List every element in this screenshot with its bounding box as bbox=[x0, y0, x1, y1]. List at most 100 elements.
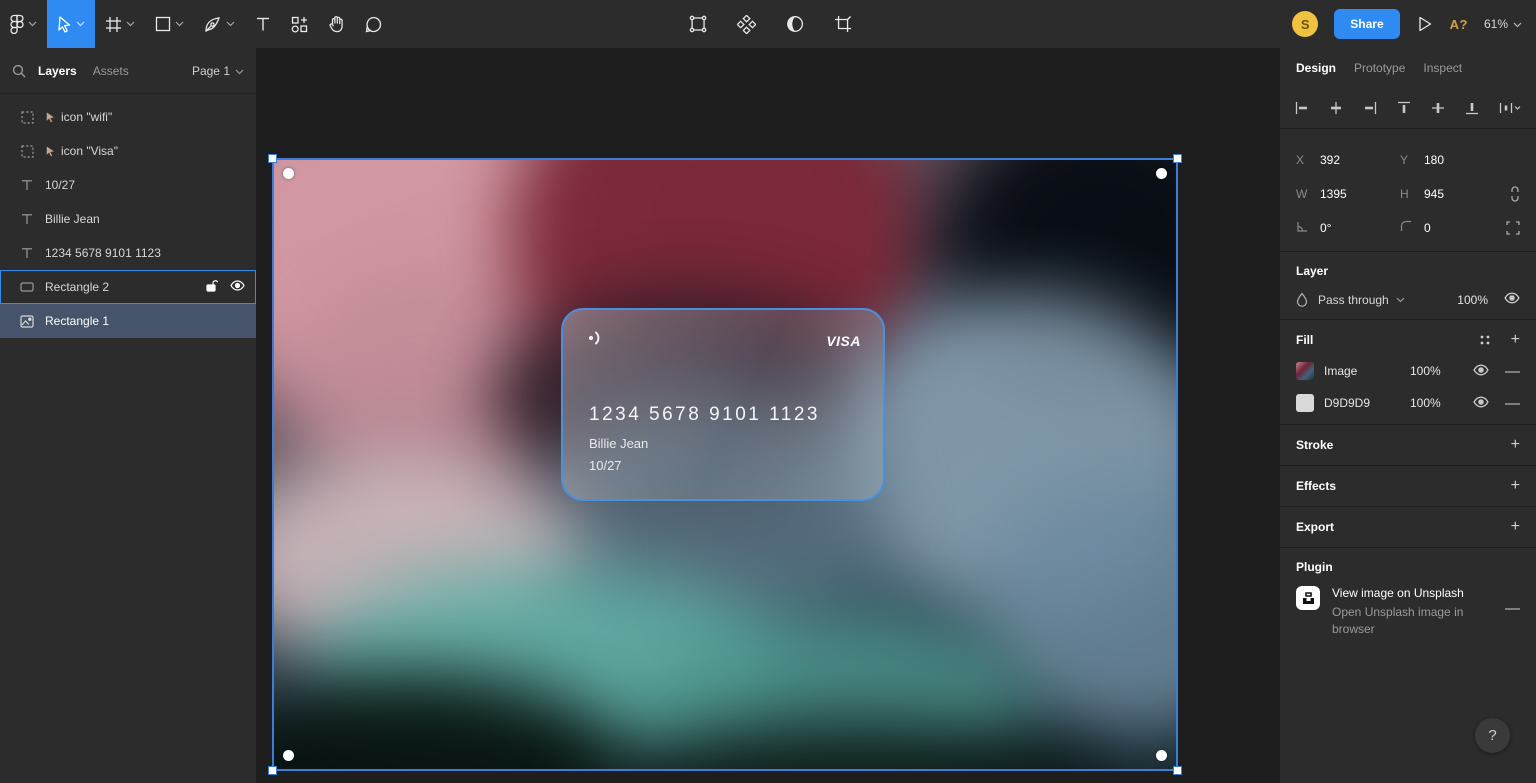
plugin-action-label[interactable]: View image on Unsplash bbox=[1332, 586, 1490, 600]
align-top-icon[interactable] bbox=[1396, 100, 1412, 116]
toolbar-right-group: S Share A? 61% bbox=[1292, 0, 1522, 48]
distribute-icon[interactable] bbox=[1498, 100, 1522, 116]
add-effect-button[interactable]: + bbox=[1511, 478, 1520, 494]
layer-row-icon-visa[interactable]: icon "Visa" bbox=[0, 134, 256, 168]
y-field[interactable]: Y 180 bbox=[1400, 153, 1504, 167]
layer-row-billie-jean[interactable]: Billie Jean bbox=[0, 202, 256, 236]
width-field[interactable]: W 1395 bbox=[1296, 187, 1400, 201]
help-button[interactable]: ? bbox=[1475, 718, 1510, 753]
text-layer-icon bbox=[19, 179, 35, 191]
constrain-proportions-icon[interactable] bbox=[1510, 186, 1520, 202]
card-expiry-text[interactable]: 10/27 bbox=[589, 458, 622, 473]
tab-inspect[interactable]: Inspect bbox=[1423, 61, 1462, 75]
text-tool-button[interactable] bbox=[245, 0, 281, 48]
eye-icon[interactable] bbox=[1473, 396, 1489, 411]
fill-row-image[interactable]: Image 100% — bbox=[1296, 362, 1520, 380]
unsplash-plugin-row[interactable]: View image on Unsplash Open Unsplash ima… bbox=[1296, 586, 1520, 638]
add-stroke-button[interactable]: + bbox=[1511, 437, 1520, 453]
card-holder-text[interactable]: Billie Jean bbox=[589, 436, 648, 451]
blend-mode-value: Pass through bbox=[1318, 293, 1389, 307]
rectangle-layer-icon bbox=[19, 282, 35, 292]
add-fill-button[interactable]: + bbox=[1511, 332, 1520, 348]
eye-icon[interactable] bbox=[230, 280, 245, 294]
edit-object-button[interactable] bbox=[685, 0, 711, 48]
toolbar-center-group bbox=[685, 0, 856, 48]
independent-corners-icon[interactable] bbox=[1506, 221, 1520, 235]
comment-tool-button[interactable] bbox=[355, 0, 392, 48]
fill-section-title: Fill bbox=[1296, 333, 1313, 347]
fill-opacity-value[interactable]: 100% bbox=[1410, 396, 1462, 410]
unlock-icon[interactable] bbox=[205, 279, 218, 295]
card-number-text[interactable]: 1234 5678 9101 1123 bbox=[589, 404, 820, 426]
layer-row-card-number[interactable]: 1234 5678 9101 1123 bbox=[0, 236, 256, 270]
main-menu-button[interactable] bbox=[0, 0, 47, 48]
layers-panel-header: Layers Assets Page 1 bbox=[0, 48, 256, 94]
tab-layers[interactable]: Layers bbox=[38, 64, 77, 78]
align-right-icon[interactable] bbox=[1362, 100, 1378, 116]
effects-section: Effects + bbox=[1280, 465, 1536, 506]
add-export-button[interactable]: + bbox=[1511, 519, 1520, 535]
resources-button[interactable] bbox=[281, 0, 318, 48]
rotation-icon bbox=[1296, 220, 1308, 236]
crop-button[interactable] bbox=[830, 0, 856, 48]
tab-assets[interactable]: Assets bbox=[93, 64, 129, 78]
tab-prototype[interactable]: Prototype bbox=[1354, 61, 1405, 75]
shape-tool-icon bbox=[155, 16, 171, 32]
remove-fill-icon[interactable]: — bbox=[1505, 363, 1520, 380]
blend-mode-select[interactable]: Pass through bbox=[1318, 293, 1405, 307]
pen-tool-button[interactable] bbox=[194, 0, 245, 48]
w-value: 1395 bbox=[1320, 187, 1347, 201]
stroke-section: Stroke + bbox=[1280, 424, 1536, 465]
layer-row-rectangle-1[interactable]: Rectangle 1 bbox=[0, 304, 256, 338]
height-field[interactable]: H 945 bbox=[1400, 187, 1504, 201]
credit-card-rectangle-2[interactable]: VISA 1234 5678 9101 1123 Billie Jean 10/… bbox=[561, 308, 885, 501]
fill-styles-icon[interactable] bbox=[1479, 334, 1491, 346]
layers-panel: Layers Assets Page 1 icon "wifi" bbox=[0, 48, 256, 783]
fill-opacity-value[interactable]: 100% bbox=[1410, 364, 1462, 378]
plugin-section-title: Plugin bbox=[1296, 560, 1333, 574]
inspector-tabs: Design Prototype Inspect bbox=[1280, 48, 1536, 88]
eye-icon[interactable] bbox=[1473, 364, 1489, 379]
frame-layer-icon bbox=[19, 145, 35, 158]
tab-design[interactable]: Design bbox=[1296, 61, 1336, 75]
avatar[interactable]: S bbox=[1292, 11, 1318, 37]
canvas[interactable]: VISA 1234 5678 9101 1123 Billie Jean 10/… bbox=[256, 48, 1280, 783]
corner-radius-field[interactable]: 0 bbox=[1400, 220, 1504, 236]
zoom-menu[interactable]: 61% bbox=[1484, 17, 1522, 31]
color-fill-swatch[interactable] bbox=[1296, 394, 1314, 412]
mask-button[interactable] bbox=[782, 0, 808, 48]
shape-tool-button[interactable] bbox=[145, 0, 194, 48]
layer-name: Rectangle 2 bbox=[45, 280, 109, 294]
present-button[interactable] bbox=[1416, 0, 1434, 48]
layer-row-icon-wifi[interactable]: icon "wifi" bbox=[0, 100, 256, 134]
remove-fill-icon[interactable]: — bbox=[1505, 395, 1520, 412]
page-selector[interactable]: Page 1 bbox=[192, 64, 244, 78]
layer-row-rectangle-2[interactable]: Rectangle 2 bbox=[0, 270, 256, 304]
hand-tool-icon bbox=[328, 15, 345, 33]
resources-icon bbox=[291, 16, 308, 33]
align-h-center-icon[interactable] bbox=[1328, 100, 1344, 116]
fill-row-color[interactable]: D9D9D9 100% — bbox=[1296, 394, 1520, 412]
layer-opacity-field[interactable]: 100% bbox=[1457, 293, 1488, 307]
layer-name: 1234 5678 9101 1123 bbox=[45, 246, 161, 260]
frame-tool-button[interactable] bbox=[95, 0, 145, 48]
fill-hex-label[interactable]: D9D9D9 bbox=[1324, 396, 1410, 410]
rotation-field[interactable]: 0° bbox=[1296, 220, 1400, 236]
create-component-button[interactable] bbox=[733, 0, 760, 48]
hand-tool-button[interactable] bbox=[318, 0, 355, 48]
missing-font-badge[interactable]: A? bbox=[1450, 17, 1468, 32]
align-left-icon[interactable] bbox=[1294, 100, 1310, 116]
layer-name: icon "wifi" bbox=[61, 110, 112, 124]
layer-row-1027[interactable]: 10/27 bbox=[0, 168, 256, 202]
align-bottom-icon[interactable] bbox=[1464, 100, 1480, 116]
share-button[interactable]: Share bbox=[1334, 9, 1399, 39]
align-v-center-icon[interactable] bbox=[1430, 100, 1446, 116]
remove-plugin-icon[interactable]: — bbox=[1505, 600, 1520, 638]
search-icon[interactable] bbox=[12, 64, 26, 78]
move-tool-button[interactable] bbox=[47, 0, 95, 48]
x-field[interactable]: X 392 bbox=[1296, 153, 1400, 167]
eye-icon[interactable] bbox=[1504, 292, 1520, 307]
image-fill-thumbnail[interactable] bbox=[1296, 362, 1314, 380]
x-value: 392 bbox=[1320, 153, 1340, 167]
layer-name: Billie Jean bbox=[45, 212, 100, 226]
